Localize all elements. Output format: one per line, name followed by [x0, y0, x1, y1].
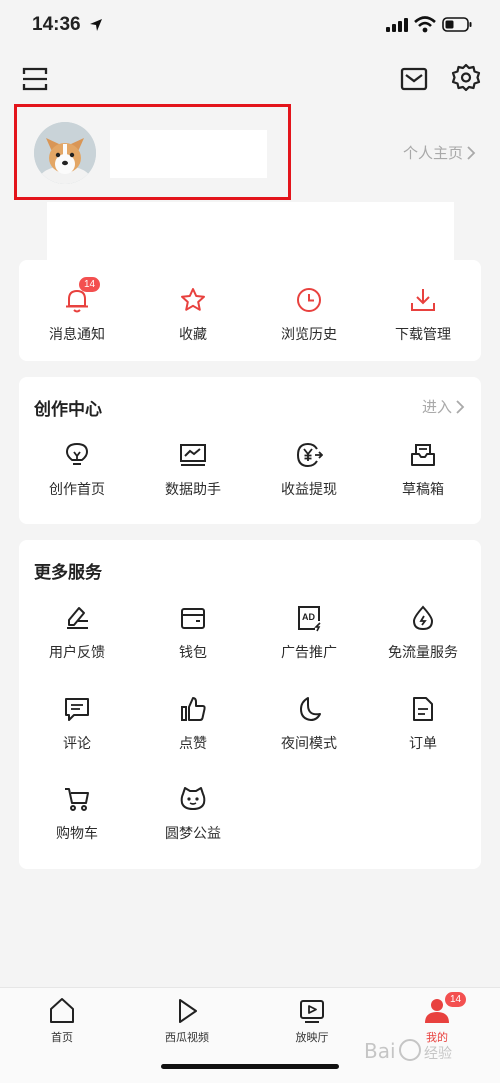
- mail-icon[interactable]: [399, 64, 429, 94]
- dog-avatar-icon: [34, 122, 96, 184]
- svg-text:AD: AD: [302, 612, 315, 622]
- service-wallet[interactable]: 钱包: [135, 604, 251, 662]
- service-label: 广告推广: [281, 645, 337, 661]
- homepage-link[interactable]: 个人主页: [403, 142, 476, 163]
- service-label: 点赞: [179, 736, 207, 752]
- baidu-watermark-logo: Bai 经验: [364, 1039, 452, 1063]
- location-arrow-icon: [90, 19, 102, 31]
- battery-icon: [442, 17, 472, 32]
- home-icon: [50, 998, 74, 1023]
- scan-icon[interactable]: [20, 64, 50, 94]
- ad-icon: AD: [298, 606, 321, 632]
- cat-face-icon: [180, 787, 206, 810]
- wallet-icon: [181, 608, 205, 629]
- service-cart[interactable]: 购物车: [19, 785, 135, 843]
- service-ad-promotion[interactable]: AD 广告推广: [251, 604, 367, 662]
- play-icon: [179, 999, 197, 1023]
- stats-mask: [47, 202, 454, 262]
- svg-text:经验: 经验: [424, 1046, 452, 1062]
- more-services-card: 更多服务 用户反馈 钱包 AD 广告推广 免流量服务 评论 点赞 夜间模式 订单…: [19, 540, 481, 869]
- status-time: 14:36: [32, 14, 81, 35]
- creator-item-label: 草稿箱: [402, 482, 444, 498]
- quick-action-label: 消息通知: [49, 327, 105, 343]
- chevron-right-icon: [456, 399, 465, 414]
- avatar[interactable]: [34, 122, 96, 184]
- clock-icon: [297, 288, 321, 312]
- more-services-title: 更多服务: [34, 563, 102, 583]
- creator-enter-link[interactable]: 进入: [422, 396, 465, 417]
- tab-screening-hall[interactable]: 放映厅: [252, 996, 372, 1045]
- gear-icon[interactable]: [451, 63, 481, 93]
- tab-xigua-video[interactable]: 西瓜视频: [127, 996, 247, 1045]
- service-label: 评论: [63, 736, 91, 752]
- tab-label: 放映厅: [295, 1031, 329, 1044]
- service-likes[interactable]: 点赞: [135, 695, 251, 753]
- star-icon: [181, 288, 205, 311]
- service-label: 用户反馈: [49, 645, 105, 661]
- service-feedback[interactable]: 用户反馈: [19, 604, 135, 662]
- quick-actions-card: 14 消息通知 收藏 浏览历史 下载管理: [19, 260, 481, 361]
- service-label: 钱包: [179, 645, 207, 661]
- service-charity[interactable]: 圆梦公益: [135, 785, 251, 843]
- creator-center-title: 创作中心: [34, 400, 102, 420]
- service-label: 免流量服务: [388, 645, 458, 661]
- screen-icon: [300, 1000, 324, 1023]
- cart-icon: [65, 788, 89, 811]
- signal-icon: [386, 18, 408, 32]
- pen-icon: [67, 607, 88, 629]
- lightbulb-icon: [66, 443, 88, 465]
- svg-text:Bai: Bai: [364, 1039, 396, 1063]
- service-label: 圆梦公益: [165, 826, 221, 842]
- service-free-data[interactable]: 免流量服务: [365, 604, 481, 662]
- quick-action-label: 浏览历史: [281, 327, 337, 343]
- username-mask: [110, 130, 267, 178]
- mine-badge: 14: [445, 992, 467, 1007]
- creator-item-label: 创作首页: [49, 482, 105, 498]
- quick-action-label: 收藏: [179, 327, 207, 343]
- creator-enter-label: 进入: [421, 398, 452, 416]
- chevron-right-icon: [467, 145, 476, 160]
- creator-center-card: 创作中心 进入 创作首页 数据助手 收益提现 草稿箱: [19, 377, 481, 524]
- tab-home[interactable]: 首页: [2, 996, 122, 1045]
- order-icon: [413, 697, 433, 721]
- creator-item-label: 数据助手: [165, 482, 221, 498]
- tab-label: 西瓜视频: [165, 1031, 209, 1044]
- yuan-icon: [296, 442, 323, 468]
- download-icon: [411, 289, 435, 311]
- quick-action-downloads[interactable]: 下载管理: [365, 286, 481, 344]
- comment-icon: [65, 698, 89, 721]
- homepage-label: 个人主页: [402, 144, 463, 162]
- service-orders[interactable]: 订单: [365, 695, 481, 753]
- creator-withdraw[interactable]: 收益提现: [251, 441, 367, 499]
- home-indicator: [161, 1064, 339, 1069]
- moon-icon: [300, 697, 321, 721]
- quick-action-favorites[interactable]: 收藏: [135, 286, 251, 344]
- creator-home[interactable]: 创作首页: [19, 441, 135, 499]
- data-drop-icon: [412, 605, 434, 631]
- notification-badge: 14: [79, 277, 101, 292]
- creator-data-assistant[interactable]: 数据助手: [135, 441, 251, 499]
- service-comments[interactable]: 评论: [19, 695, 135, 753]
- draft-box-icon: [411, 444, 435, 466]
- status-bar: 14:36: [0, 0, 500, 52]
- service-label: 购物车: [56, 826, 98, 842]
- creator-item-label: 收益提现: [281, 482, 337, 498]
- tab-label: 首页: [51, 1031, 73, 1044]
- service-label: 订单: [409, 736, 437, 752]
- wifi-icon: [414, 16, 436, 33]
- service-night-mode[interactable]: 夜间模式: [251, 695, 367, 753]
- quick-action-label: 下载管理: [395, 327, 451, 343]
- chart-icon: [180, 444, 206, 466]
- creator-drafts[interactable]: 草稿箱: [365, 441, 481, 499]
- service-label: 夜间模式: [281, 736, 337, 752]
- quick-action-notifications[interactable]: 14 消息通知: [19, 277, 135, 344]
- quick-action-history[interactable]: 浏览历史: [251, 286, 367, 344]
- thumbs-up-icon: [181, 697, 206, 721]
